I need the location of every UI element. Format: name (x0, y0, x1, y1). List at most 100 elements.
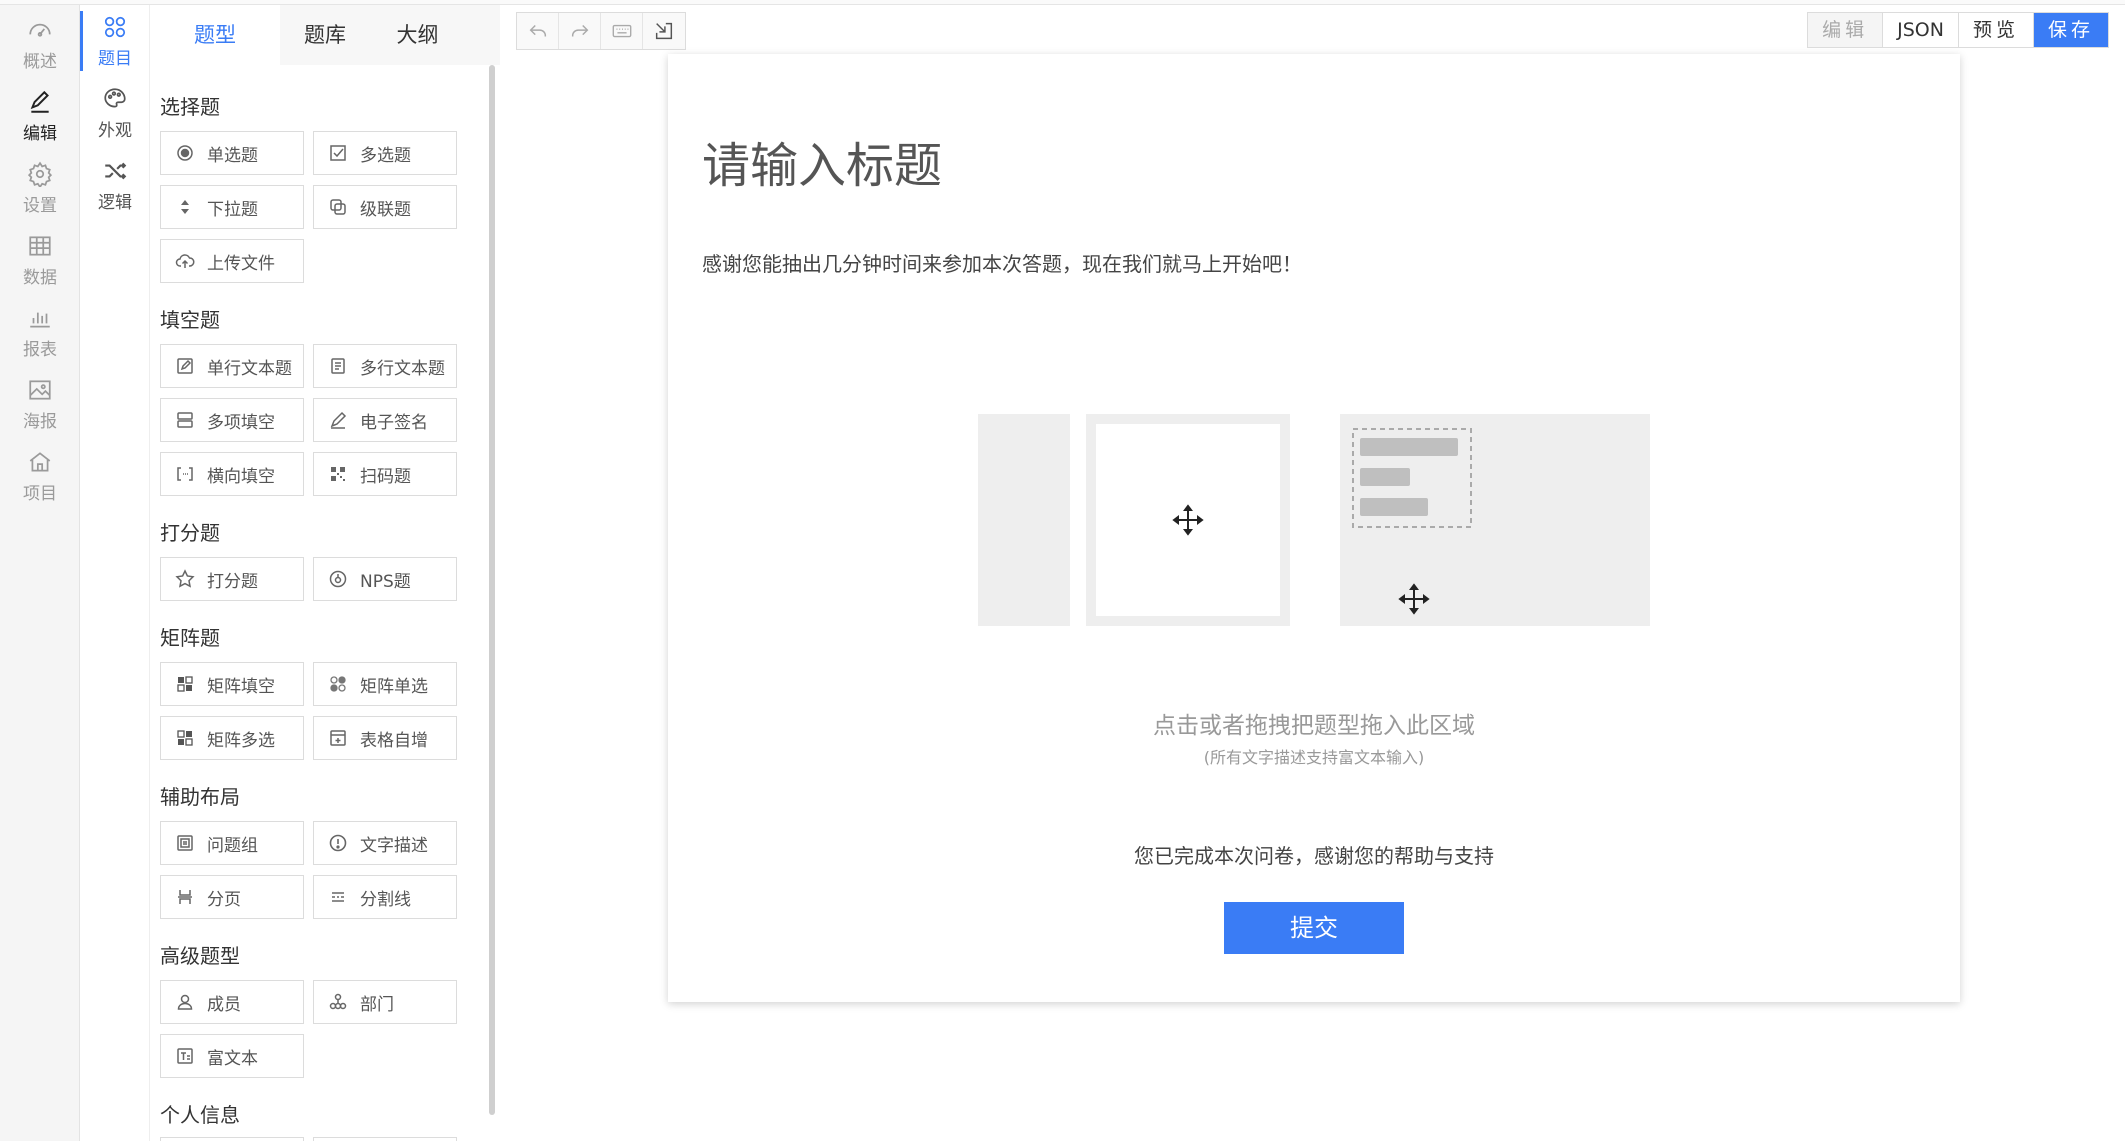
drop-zone-illustration[interactable] (978, 414, 1658, 626)
upload-file-button[interactable]: 上传文件 (160, 239, 304, 283)
redo-icon (571, 24, 588, 37)
button-label: 部门 (360, 994, 394, 1015)
import-button[interactable] (643, 13, 685, 49)
palette-tabs: 题型 题库 大纲 (150, 5, 500, 65)
button-label: 矩阵填空 (207, 676, 275, 697)
drop-hint-text: 点击或者拖拽把题型拖入此区域 (1153, 713, 1475, 739)
save-button[interactable]: 保存 (2033, 13, 2108, 47)
qrcode-icon (331, 467, 345, 481)
copy-icon (330, 199, 346, 215)
multi-choice-button[interactable]: 多选题 (313, 131, 457, 175)
single-choice-button[interactable]: 单选题 (160, 131, 304, 175)
nav-label: 数据 (23, 267, 57, 288)
pen-icon (30, 90, 49, 113)
horizontal-fill-button[interactable]: 横向填空 (160, 452, 304, 496)
submit-button[interactable]: 提交 (1224, 902, 1404, 954)
matrix-single-button[interactable]: 矩阵单选 (313, 662, 457, 706)
survey-description[interactable]: 感谢您能抽出几分钟时间来参加本次答题，现在我们就马上开始吧！ (702, 248, 1302, 277)
nav-poster[interactable]: 海报 (0, 373, 80, 435)
multi-line-text-button[interactable]: 多行文本题 (313, 344, 457, 388)
home-icon (29, 451, 51, 472)
button-label: 电子签名 (360, 412, 428, 433)
keyboard-button[interactable] (601, 13, 643, 49)
edit-button[interactable]: 编辑 (1808, 13, 1884, 47)
question-group-button[interactable]: 问题组 (160, 821, 304, 865)
text-description-button[interactable]: 文字描述 (313, 821, 457, 865)
e-signature-button[interactable]: 电子签名 (313, 398, 457, 442)
matrix-fill-button[interactable]: 矩阵填空 (160, 662, 304, 706)
single-line-text-button[interactable]: 单行文本题 (160, 344, 304, 388)
tab-question-bank[interactable]: 题库 (280, 5, 370, 65)
group-icon (177, 835, 193, 851)
nav-report[interactable]: 报表 (0, 301, 80, 363)
department-button[interactable]: 部门 (313, 980, 457, 1024)
palette-icon (104, 87, 126, 107)
survey-title[interactable]: 请输入标题 (702, 126, 942, 196)
redo-button[interactable] (559, 13, 601, 49)
multi-fill-button[interactable]: 多项填空 (160, 398, 304, 442)
nav-questions[interactable]: 题目 (80, 9, 150, 73)
palette-scrollbar[interactable] (489, 65, 495, 1115)
button-label: 矩阵多选 (207, 730, 275, 751)
table-auto-increment-button[interactable]: 表格自增 (313, 716, 457, 760)
group-title-fill: 填空题 (160, 308, 220, 332)
nps-button[interactable]: NPS题 (313, 557, 457, 601)
finish-message[interactable]: 您已完成本次问卷，感谢您的帮助与支持 (668, 840, 1960, 869)
dropdown-button[interactable]: 下拉题 (160, 185, 304, 229)
primary-nav: 概述 编辑 设置 数据 报表 海报 项目 (0, 5, 80, 1141)
nav-edit[interactable]: 编辑 (0, 85, 80, 147)
rich-text-icon (177, 1048, 193, 1064)
group-title-personal: 个人信息 (160, 1103, 240, 1127)
scan-code-button[interactable]: 扫码题 (313, 452, 457, 496)
table-icon (29, 235, 51, 256)
rating-button[interactable]: 打分题 (160, 557, 304, 601)
nav-logic[interactable]: 逻辑 (80, 153, 150, 217)
nav-settings[interactable]: 设置 (0, 157, 80, 219)
divider-button[interactable]: 分割线 (313, 875, 457, 919)
group-title-matrix: 矩阵题 (160, 626, 220, 650)
star-icon (175, 569, 195, 588)
matrix-radio-icon (330, 676, 346, 692)
button-label: 横向填空 (207, 466, 275, 487)
drag-illustration (978, 414, 1650, 626)
info-icon (329, 834, 347, 852)
tab-outline[interactable]: 大纲 (370, 5, 465, 65)
rich-text-button[interactable]: 富文本 (160, 1034, 304, 1078)
matrix-multi-button[interactable]: 矩阵多选 (160, 716, 304, 760)
group-title-score: 打分题 (160, 521, 220, 545)
drop-hint-subtext: (所有文字描述支持富文本输入) (1203, 748, 1425, 767)
tab-question-types[interactable]: 题型 (150, 5, 280, 65)
pagination-button[interactable]: 分页 (160, 875, 304, 919)
question-palette: 题型 题库 大纲 选择题 单选题 多选题 下拉题 级联题 上传文件 填空题 单行… (150, 5, 500, 1141)
document-lines-icon (331, 358, 345, 374)
nav-label: 设置 (23, 195, 57, 216)
undo-button[interactable] (517, 13, 559, 49)
checkbox-icon (330, 145, 346, 161)
matrix-checkbox-icon (177, 730, 193, 746)
nav-label: 编辑 (23, 123, 57, 144)
button-label: 打分题 (207, 571, 258, 592)
group-title-advanced: 高级题型 (160, 944, 240, 968)
preview-button[interactable]: 预览 (1958, 13, 2034, 47)
cascade-button[interactable]: 级联题 (313, 185, 457, 229)
button-label: 多项填空 (207, 412, 275, 433)
personal-info-button-partial[interactable] (160, 1137, 304, 1141)
nav-appearance[interactable]: 外观 (80, 81, 150, 145)
nav-data[interactable]: 数据 (0, 229, 80, 291)
personal-info-button-partial[interactable] (313, 1137, 457, 1141)
nav-label: 题目 (98, 48, 132, 69)
nav-label: 项目 (23, 483, 57, 504)
button-label: 富文本 (207, 1048, 258, 1069)
json-button[interactable]: JSON (1883, 13, 1959, 47)
button-label: 级联题 (360, 199, 411, 220)
nav-label: 概述 (23, 51, 57, 72)
nav-label: 报表 (23, 339, 57, 360)
dashboard-icon (29, 23, 51, 37)
survey-canvas: 请输入标题 感谢您能抽出几分钟时间来参加本次答题，现在我们就马上开始吧！ 点击或… (668, 54, 1960, 1002)
nav-project[interactable]: 项目 (0, 445, 80, 507)
button-label: 单选题 (207, 145, 258, 166)
bar-chart-icon (30, 312, 50, 328)
button-label: 上传文件 (207, 253, 275, 274)
member-button[interactable]: 成员 (160, 980, 304, 1024)
nav-overview[interactable]: 概述 (0, 13, 80, 75)
